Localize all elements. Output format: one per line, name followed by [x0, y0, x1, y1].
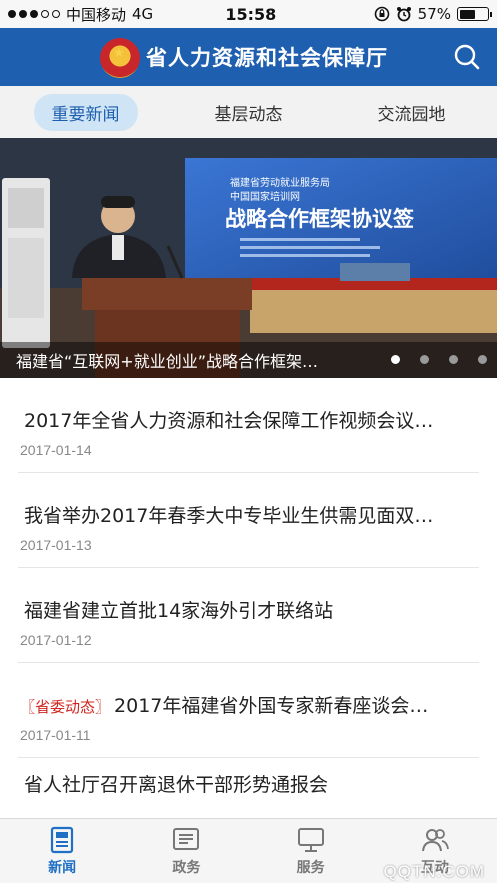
tab-exchange-forum[interactable]: 交流园地: [360, 94, 464, 131]
app-header: ★ 省人力资源和社会保障厅: [0, 28, 497, 86]
tab-grassroots-news[interactable]: 基层动态: [197, 94, 301, 131]
nav-service-label: 服务: [296, 860, 325, 876]
nav-news-label: 新闻: [48, 860, 77, 876]
nav-government-affairs-label: 政务: [172, 860, 201, 876]
news-title: 省人社厅召开离退休干部形势通报会: [24, 774, 329, 796]
network-type: 4G: [132, 5, 154, 23]
carousel-dot[interactable]: [449, 355, 458, 364]
category-tabs: 重要新闻 基层动态 交流园地: [0, 86, 497, 138]
nav-government-affairs[interactable]: 政务: [124, 819, 248, 883]
alarm-icon: [396, 7, 411, 22]
screen-line-1: 福建省劳动就业服务局: [230, 176, 330, 189]
tab-important-news[interactable]: 重要新闻: [33, 93, 138, 131]
news-title: 〖省委动态〗 2017年福建省外国专家新春座谈会…: [20, 695, 429, 717]
news-date: 2017-01-13: [20, 537, 92, 553]
news-title: 我省举办2017年春季大中专毕业生供需见面双…: [24, 505, 434, 527]
screen-title: 战略合作框架协议签: [225, 207, 415, 231]
carousel-dot[interactable]: [391, 355, 400, 364]
news-icon: [51, 826, 74, 854]
status-bar: 中国移动 4G 15:58 57%: [0, 0, 497, 28]
list-item[interactable]: 福建省建立首批14家海外引才联络站 2017-01-12: [18, 568, 479, 663]
carousel-dot[interactable]: [420, 355, 429, 364]
page-title: 省人力资源和社会保障厅: [146, 45, 388, 70]
service-monitor-icon: [297, 828, 324, 852]
people-icon: [421, 829, 449, 852]
carousel-pager: [391, 355, 487, 364]
rotation-lock-icon: [374, 6, 389, 22]
news-tag: 〖省委动态〗: [20, 698, 111, 716]
list-item[interactable]: 〖省委动态〗 2017年福建省外国专家新春座谈会… 2017-01-11: [18, 663, 479, 758]
battery-icon: [457, 7, 492, 21]
government-affairs-icon: [173, 828, 200, 850]
watermark: QQTN.COM: [383, 862, 485, 881]
carousel-dot[interactable]: [478, 355, 487, 364]
nav-service[interactable]: 服务: [249, 819, 373, 883]
screen-line-2: 中国国家培训网: [230, 190, 300, 203]
news-date: 2017-01-11: [20, 727, 91, 743]
search-icon[interactable]: [452, 42, 482, 72]
national-emblem-logo: ★: [100, 38, 140, 78]
list-item[interactable]: 2017年全省人力资源和社会保障工作视频会议… 2017-01-14: [18, 378, 479, 473]
news-list: 2017年全省人力资源和社会保障工作视频会议… 2017-01-14 我省举办2…: [0, 378, 497, 853]
news-title: 2017年全省人力资源和社会保障工作视频会议…: [24, 410, 434, 432]
news-title: 福建省建立首批14家海外引才联络站: [24, 600, 334, 622]
news-date: 2017-01-12: [20, 632, 92, 648]
carrier-name: 中国移动: [66, 5, 127, 24]
battery-percent: 57%: [417, 5, 451, 23]
news-date: 2017-01-14: [20, 442, 92, 458]
list-item[interactable]: 我省举办2017年春季大中专毕业生供需见面双… 2017-01-13: [18, 473, 479, 568]
clock: 15:58: [225, 4, 277, 24]
news-carousel[interactable]: 福建省劳动就业服务局 中国国家培训网 战略合作框架协议签 福建省“互联网+就业创…: [0, 138, 497, 378]
nav-news[interactable]: 新闻: [0, 819, 124, 883]
signal-strength-icon: [8, 10, 60, 18]
banner-caption: 福建省“互联网+就业创业”战略合作框架…: [16, 352, 318, 371]
